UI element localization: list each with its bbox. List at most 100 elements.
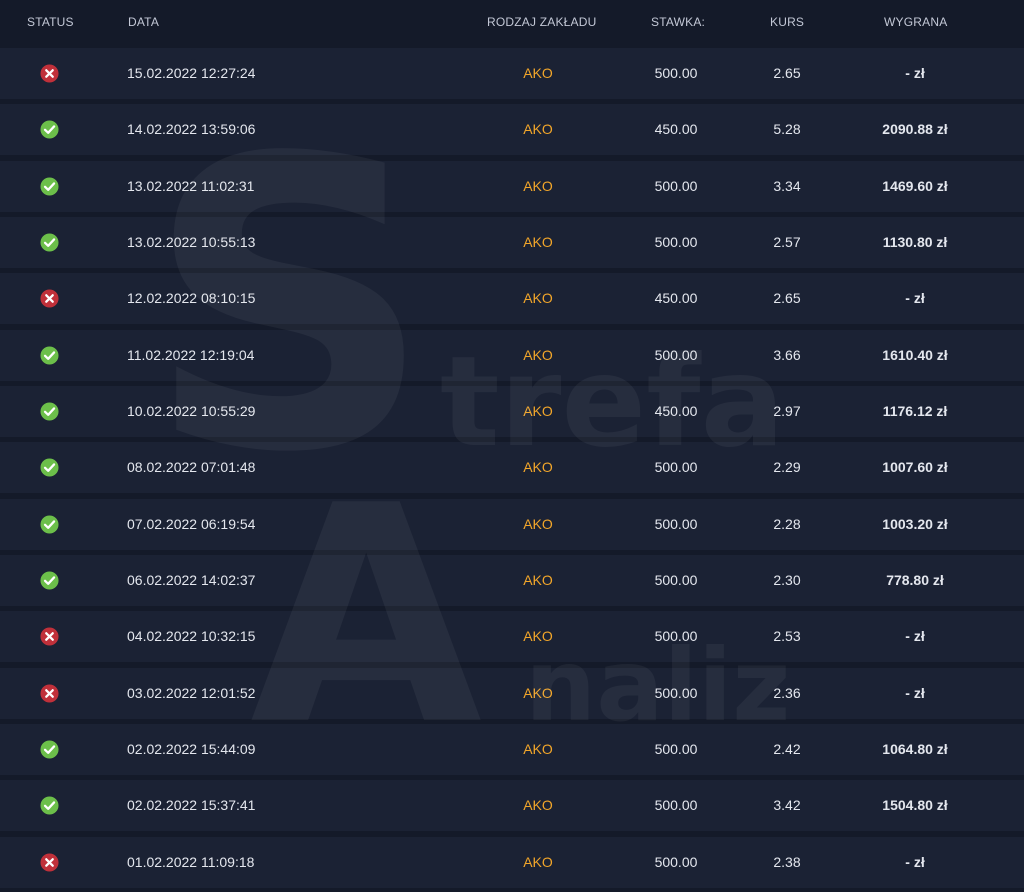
header-odds[interactable]: KURS xyxy=(770,15,804,29)
table-row[interactable]: 02.02.2022 15:37:41 AKO 500.00 3.42 1504.80 … xyxy=(0,780,1024,832)
win-cell: 1007.60 zł xyxy=(882,459,948,476)
win-cell: 1176.12 zł xyxy=(882,403,948,420)
bet-type-cell: AKO xyxy=(523,121,553,138)
status-cell xyxy=(37,104,61,155)
stake-cell: 500.00 xyxy=(654,177,698,194)
x-circle-icon xyxy=(40,853,59,872)
odds-cell: 2.65 xyxy=(773,65,801,81)
header-date[interactable]: DATA xyxy=(128,15,159,29)
date-cell: 10.02.2022 10:55:29 xyxy=(127,403,256,420)
status-cell xyxy=(37,217,61,268)
check-circle-icon xyxy=(40,515,59,534)
bet-type-cell: AKO xyxy=(523,290,553,307)
bet-type-cell: AKO xyxy=(523,684,553,701)
odds-cell: 3.66 xyxy=(773,346,801,363)
win-cell: - zł xyxy=(905,853,925,870)
status-cell xyxy=(37,611,61,662)
header-bet-type[interactable]: RODZAJ ZAKŁADU xyxy=(487,15,596,29)
table-row[interactable]: 12.02.2022 08:10:15 AKO 450.00 2.65 - zł xyxy=(0,273,1024,325)
stake-cell: 500.00 xyxy=(654,515,698,532)
status-cell xyxy=(37,386,61,437)
table-row[interactable]: 03.02.2022 12:01:52 AKO 500.00 2.36 - zł xyxy=(0,667,1024,719)
stake-cell: 500.00 xyxy=(654,797,698,814)
date-cell: 04.02.2022 10:32:15 xyxy=(127,628,256,645)
date-cell: 01.02.2022 11:09:18 xyxy=(127,853,255,870)
bet-type-cell: AKO xyxy=(523,572,553,589)
win-cell: 1504.80 zł xyxy=(882,797,948,814)
check-circle-icon xyxy=(40,458,59,477)
bet-type-cell: AKO xyxy=(523,797,553,814)
stake-cell: 450.00 xyxy=(654,403,698,420)
stake-cell: 500.00 xyxy=(654,65,698,81)
stake-cell: 500.00 xyxy=(654,572,698,589)
date-cell: 03.02.2022 12:01:52 xyxy=(127,684,256,701)
header-status[interactable]: STATUS xyxy=(27,15,74,29)
bet-type-cell: AKO xyxy=(523,403,553,420)
odds-cell: 2.97 xyxy=(773,403,801,420)
header-win[interactable]: WYGRANA xyxy=(884,15,947,29)
check-circle-icon xyxy=(40,740,59,759)
table-row[interactable]: 13.02.2022 10:55:13 AKO 500.00 2.57 1130.80 … xyxy=(0,217,1024,269)
win-cell: 1469.60 zł xyxy=(882,177,948,194)
odds-cell: 2.65 xyxy=(773,290,801,307)
win-cell: - zł xyxy=(905,65,925,81)
date-cell: 02.02.2022 15:44:09 xyxy=(127,741,256,758)
bet-type-cell: AKO xyxy=(523,65,553,81)
table-row[interactable]: 08.02.2022 07:01:48 AKO 500.00 2.29 1007.60 … xyxy=(0,442,1024,494)
x-circle-icon xyxy=(40,684,59,703)
status-cell xyxy=(37,724,61,775)
x-circle-icon xyxy=(40,64,59,83)
odds-cell: 2.36 xyxy=(773,684,801,701)
bet-type-cell: AKO xyxy=(523,459,553,476)
bet-type-cell: AKO xyxy=(523,515,553,532)
stake-cell: 500.00 xyxy=(654,628,698,645)
bet-history-page: STATUS DATA RODZAJ ZAKŁADU STAWKA: KURS … xyxy=(0,0,1024,892)
win-cell: 1064.80 zł xyxy=(882,741,948,758)
table-row[interactable]: 01.02.2022 11:09:18 AKO 500.00 2.38 - zł xyxy=(0,836,1024,888)
check-circle-icon xyxy=(40,796,59,815)
check-circle-icon xyxy=(40,346,59,365)
bet-type-cell: AKO xyxy=(523,741,553,758)
date-cell: 13.02.2022 11:02:31 xyxy=(127,177,255,194)
date-cell: 11.02.2022 12:19:04 xyxy=(127,346,255,363)
odds-cell: 3.34 xyxy=(773,177,801,194)
check-circle-icon xyxy=(40,177,59,196)
bet-type-cell: AKO xyxy=(523,177,553,194)
table-row[interactable]: 11.02.2022 12:19:04 AKO 500.00 3.66 1610.40 … xyxy=(0,329,1024,381)
table-row[interactable]: 13.02.2022 11:02:31 AKO 500.00 3.34 1469.60 … xyxy=(0,160,1024,212)
status-cell xyxy=(37,273,61,324)
date-cell: 12.02.2022 08:10:15 xyxy=(127,290,256,307)
table-row[interactable]: 04.02.2022 10:32:15 AKO 500.00 2.53 - zł xyxy=(0,611,1024,663)
check-circle-icon xyxy=(40,402,59,421)
win-cell: - zł xyxy=(905,628,925,645)
table-row[interactable]: 07.02.2022 06:19:54 AKO 500.00 2.28 1003.20 … xyxy=(0,498,1024,550)
win-cell: 1003.20 zł xyxy=(882,515,948,532)
stake-cell: 500.00 xyxy=(654,234,698,251)
stake-cell: 500.00 xyxy=(654,459,698,476)
date-cell: 07.02.2022 06:19:54 xyxy=(127,515,256,532)
table-row[interactable]: 06.02.2022 14:02:37 AKO 500.00 2.30 778.80 z… xyxy=(0,555,1024,607)
table-row[interactable]: 02.02.2022 15:44:09 AKO 500.00 2.42 1064.80 … xyxy=(0,724,1024,776)
stake-cell: 500.00 xyxy=(654,853,698,870)
stake-cell: 500.00 xyxy=(654,346,698,363)
table-row[interactable]: 10.02.2022 10:55:29 AKO 450.00 2.97 1176.12 … xyxy=(0,386,1024,438)
header-stake[interactable]: STAWKA: xyxy=(651,15,705,29)
table-row[interactable]: 15.02.2022 12:27:24 AKO 500.00 2.65 - zł xyxy=(0,48,1024,99)
date-cell: 13.02.2022 10:55:13 xyxy=(127,234,256,251)
check-circle-icon xyxy=(40,571,59,590)
status-cell xyxy=(37,48,61,99)
win-cell: 778.80 zł xyxy=(886,572,944,589)
status-cell xyxy=(37,161,61,212)
status-cell xyxy=(37,330,61,381)
stake-cell: 450.00 xyxy=(654,121,698,138)
status-cell xyxy=(37,837,61,888)
table-row[interactable]: 14.02.2022 13:59:06 AKO 450.00 5.28 2090.88 … xyxy=(0,104,1024,156)
status-cell xyxy=(37,668,61,719)
odds-cell: 3.42 xyxy=(773,797,801,814)
status-cell xyxy=(37,780,61,831)
date-cell: 02.02.2022 15:37:41 xyxy=(127,797,256,814)
odds-cell: 2.29 xyxy=(773,459,801,476)
bet-list: 15.02.2022 12:27:24 AKO 500.00 2.65 - zł 14.0… xyxy=(0,48,1024,892)
table-header: STATUS DATA RODZAJ ZAKŁADU STAWKA: KURS … xyxy=(0,0,1024,46)
odds-cell: 2.38 xyxy=(773,853,801,870)
